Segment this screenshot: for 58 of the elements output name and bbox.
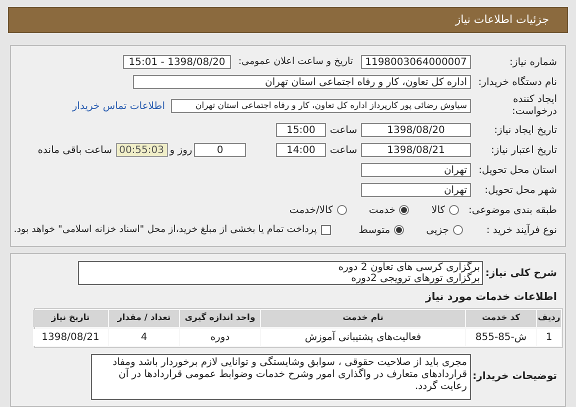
text-field[interactable]: 14:00	[276, 143, 326, 157]
radio-label: خدمت	[368, 204, 396, 218]
field-label: استان محل تحویل:	[478, 164, 558, 178]
radio-label: متوسط	[358, 224, 390, 238]
text-field[interactable]: اداره کل تعاون، کار و رفاه اجتماعی استان تهران	[133, 75, 471, 89]
text-field[interactable]: 15:00	[276, 123, 326, 137]
radio-button[interactable]	[453, 225, 463, 235]
radio-label: جزیی	[426, 224, 449, 238]
field-label: ساعت	[328, 144, 358, 158]
checkbox[interactable]	[320, 225, 331, 235]
field-label: تاریخ اعتبار نیاز:	[490, 144, 558, 158]
section-heading: اطلاعات خدمات مورد نیاز	[426, 290, 558, 305]
field-label: نام دستگاه خریدار:	[477, 75, 558, 90]
field-label: شماره نیاز:	[508, 56, 558, 70]
radio-button[interactable]	[399, 205, 410, 215]
text-field[interactable]: 1198003064000007	[361, 55, 471, 69]
radio-button[interactable]	[449, 205, 459, 215]
text-field[interactable]: 1398/08/21	[361, 143, 471, 157]
table-cell: فعالیت‌های پشتیبانی آموزش	[261, 328, 465, 346]
field-label: تاریخ و ساعت اعلان عمومی:	[237, 54, 354, 69]
buyer-contact-link[interactable]: اطلاعات تماس خریدار	[72, 98, 165, 114]
radio-button[interactable]	[394, 225, 404, 235]
text-field[interactable]: 1398/08/20	[361, 123, 471, 137]
page-title: جزئیات اطلاعات نیاز	[455, 12, 549, 28]
text-field[interactable]: 00:55:03	[116, 143, 168, 157]
table-cell: 1398/08/21	[33, 328, 108, 346]
field-label: ساعت باقی مانده	[38, 144, 112, 158]
table-cell: 1	[537, 328, 561, 346]
column-header: کد خدمت	[466, 310, 536, 327]
field-label: نوع فرآیند خرید :	[485, 222, 558, 238]
field-label: طبقه بندی موضوعی:	[471, 204, 558, 218]
buyer-notes-box: مجری باید از صلاحیت حقوقی ، سوابق وشایستگی و توانایی لازم برخوردار باشد ومفاد قراردادهای متعارف در واگذاری امور وشرح خدمات وضوابط عمومی قراردادها در آن رعایت گردد.	[91, 354, 471, 400]
column-header: واحد اندازه گیری	[180, 310, 260, 327]
text-field[interactable]: تهران	[361, 163, 471, 177]
table-cell: دوره	[180, 328, 260, 346]
text-field[interactable]: 0	[194, 143, 246, 157]
table-cell: ش-85-855	[466, 328, 536, 346]
field-label: توضیحات خریدار:	[472, 370, 558, 384]
text-field[interactable]: تهران	[361, 183, 471, 197]
column-header: تاریخ نیاز	[33, 310, 108, 327]
text-field[interactable]: سیاوش رضائی پور کارپرداز اداره کل تعاون، کار و رفاه اجتماعی استان تهران	[171, 99, 471, 113]
field-label: ایجاد کننده درخواست:	[511, 94, 558, 118]
table-cell: 4	[109, 328, 179, 346]
column-header: تعداد / مقدار	[109, 310, 179, 327]
field-label: شرح کلی نیاز:	[484, 266, 558, 280]
column-header: نام خدمت	[261, 310, 465, 327]
radio-button[interactable]	[336, 205, 347, 215]
radio-label: کالا/خدمت	[289, 204, 333, 218]
checkbox-label: پرداخت تمام یا بخشی از مبلغ خرید،از محل "اسناد خزانه اسلامی" خواهد بود.	[14, 222, 317, 237]
field-label: شهر محل تحویل:	[484, 184, 558, 198]
field-label: ساعت	[328, 124, 358, 138]
description-line: برگزاری تورهای ترویجی 2دوره	[351, 273, 480, 284]
field-label: تاریخ ایجاد نیاز:	[493, 124, 558, 138]
description-line: برگزاری کرسی های تعاون 2 دوره	[337, 262, 480, 273]
field-label: روز و	[168, 144, 194, 158]
text-field[interactable]: 1398/08/20 - 15:01	[123, 55, 231, 69]
column-header: ردیف	[537, 310, 561, 327]
radio-label: کالا	[431, 204, 445, 218]
